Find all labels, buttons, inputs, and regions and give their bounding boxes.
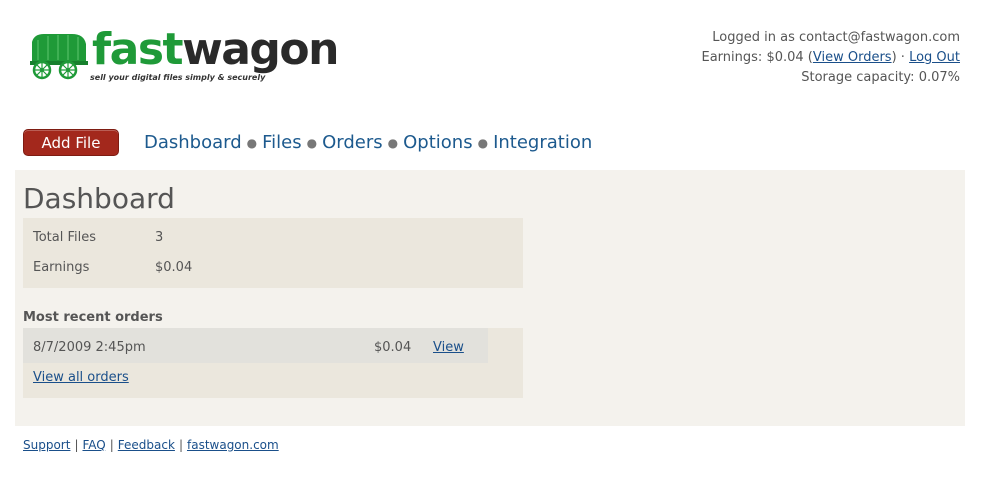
footer-separator: | (178, 438, 183, 452)
earnings-prefix: Earnings: (701, 50, 767, 65)
view-orders-link[interactable]: View Orders (813, 50, 892, 65)
stat-value: 3 (155, 230, 164, 245)
order-date: 8/7/2009 2:45pm (33, 340, 146, 355)
logout-link[interactable]: Log Out (909, 50, 960, 65)
footer-link-support[interactable]: Support (23, 438, 70, 452)
stats-box: Total Files 3 Earnings $0.04 (23, 218, 523, 288)
brand-name: fastwagon (92, 22, 339, 78)
logged-in-prefix: Logged in as (712, 30, 799, 45)
footer-separator: | (74, 438, 79, 452)
stat-row-earnings: Earnings $0.04 (33, 258, 192, 278)
nav-separator: ● (246, 136, 258, 150)
footer-link-feedback[interactable]: Feedback (118, 438, 175, 452)
nav-item-orders[interactable]: Orders (322, 132, 383, 153)
footer-links: Support | FAQ | Feedback | fastwagon.com (23, 436, 279, 454)
account-separator: · (900, 50, 905, 65)
page-title: Dashboard (23, 182, 175, 215)
logged-in-line: Logged in as contact@fastwagon.com (702, 28, 960, 48)
stat-row-total-files: Total Files 3 (33, 228, 163, 248)
nav-separator: ● (387, 136, 399, 150)
nav-separator: ● (306, 136, 318, 150)
footer-separator: | (109, 438, 114, 452)
view-all-orders-link[interactable]: View all orders (33, 368, 129, 388)
brand-logo[interactable]: fastwagon sell your digital files simply… (28, 24, 339, 88)
covered-wagon-icon (30, 34, 88, 80)
dashboard-panel: Dashboard Total Files 3 Earnings $0.04 Mos… (15, 170, 965, 426)
stat-label: Total Files (33, 230, 97, 245)
nav-item-options[interactable]: Options (403, 132, 472, 153)
earnings-value: $0.04 (766, 50, 804, 65)
add-file-button[interactable]: Add File (23, 129, 119, 156)
order-view-link[interactable]: View (433, 338, 464, 358)
main-nav: Dashboard ● Files ● Orders ● Options ● Integrati… (144, 131, 592, 155)
footer-link-faq[interactable]: FAQ (82, 438, 105, 452)
nav-separator: ● (477, 136, 489, 150)
storage-value: 0.07% (918, 70, 960, 85)
account-email: contact@fastwagon.com (798, 30, 960, 45)
footer-link-site[interactable]: fastwagon.com (187, 438, 279, 452)
brand-tagline: sell your digital files simply & securel… (90, 73, 266, 82)
nav-item-dashboard[interactable]: Dashboard (144, 132, 242, 153)
storage-label: Storage capacity: (801, 70, 919, 85)
earnings-line: Earnings: $0.04 (View Orders) · Log Out (701, 50, 961, 65)
brand-name-part1: fast (92, 24, 184, 75)
account-info: Logged in as contact@fastwagon.com Earni… (702, 28, 961, 88)
nav-item-files[interactable]: Files (262, 132, 302, 153)
order-amount: $0.04 (374, 340, 412, 355)
stat-value: $0.04 (155, 260, 193, 275)
storage-line: Storage capacity: 0.07% (702, 68, 960, 88)
stat-label: Earnings (33, 260, 90, 275)
recent-orders-box: 8/7/2009 2:45pm $0.04 View View all orde… (23, 328, 523, 398)
nav-item-integration[interactable]: Integration (493, 132, 592, 153)
brand-name-part2: wagon (182, 24, 339, 75)
order-row: 8/7/2009 2:45pm $0.04 View (23, 328, 488, 363)
recent-orders-heading: Most recent orders (23, 310, 163, 325)
